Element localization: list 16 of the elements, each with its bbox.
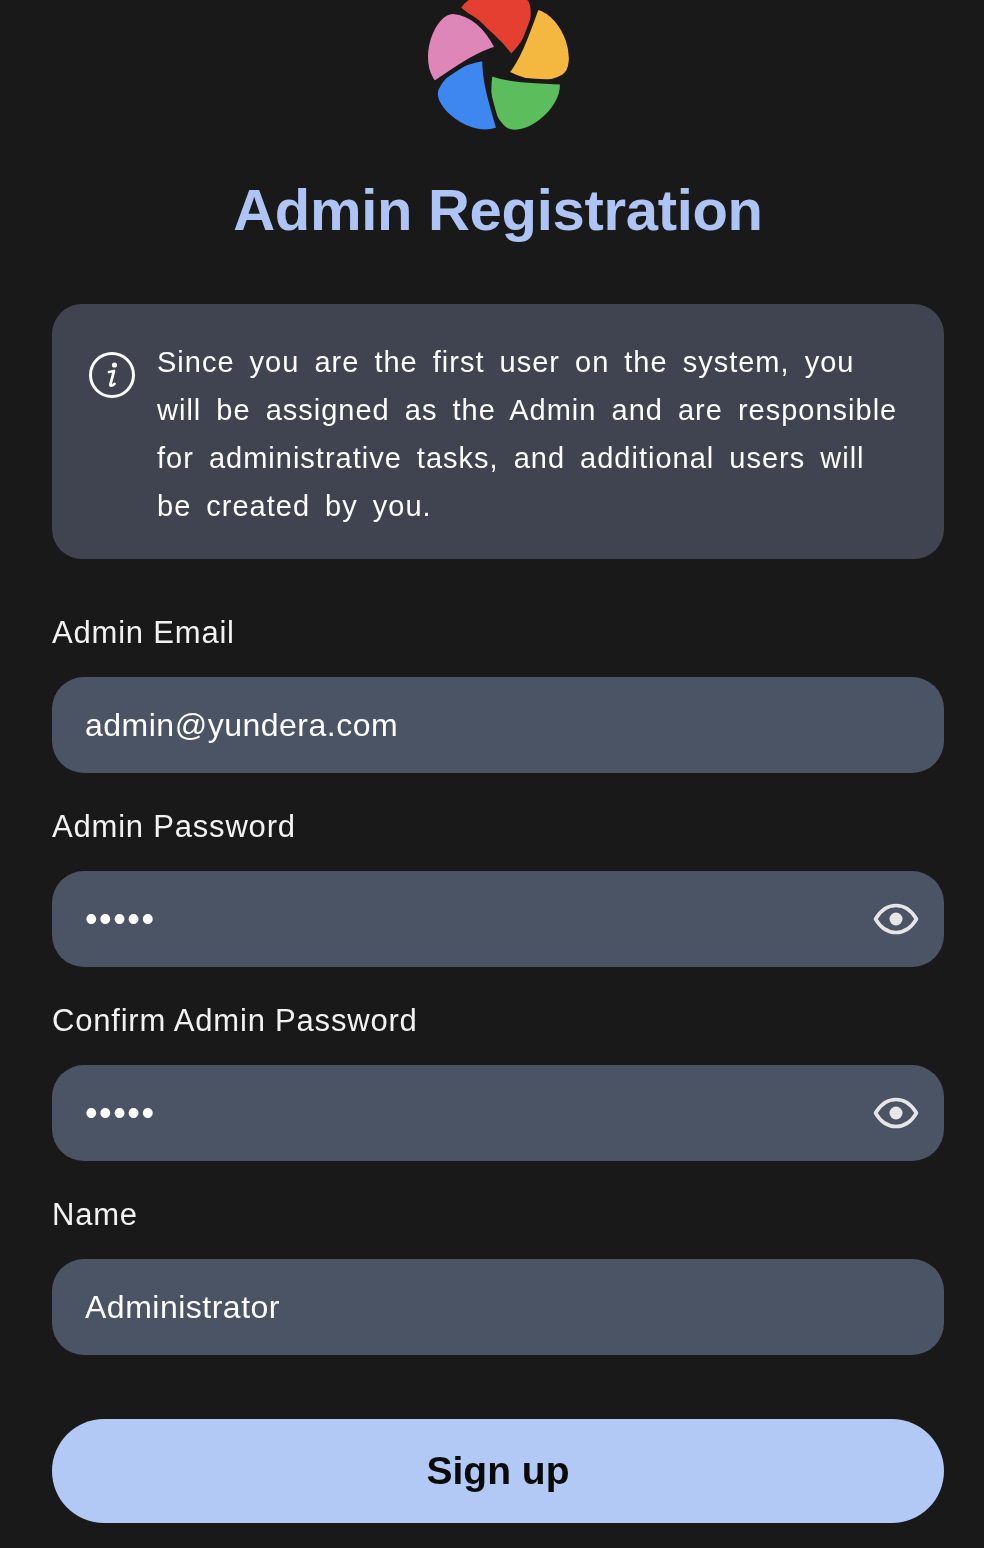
field-label: Admin Password	[52, 809, 297, 845]
password-field[interactable]: •••••	[52, 1065, 944, 1161]
page-title: Admin Registration	[233, 176, 763, 244]
password-field[interactable]: •••••	[52, 871, 944, 967]
eye-icon	[873, 1097, 919, 1129]
input-field[interactable]: Administrator	[52, 1259, 944, 1355]
show-password-button[interactable]	[873, 1097, 919, 1129]
field-label: Confirm Admin Password	[52, 1003, 419, 1039]
field-label: Admin Email	[52, 615, 236, 651]
input-field[interactable]: admin@yundera.com	[52, 677, 944, 773]
field-label: Name	[52, 1197, 139, 1233]
eye-icon	[873, 903, 919, 935]
show-password-button[interactable]	[873, 903, 919, 935]
info-message: Since you are the first user on the system, you will be assigned as the Admin and are responsible for administrative tasks, and additional users will be created by you.	[157, 345, 899, 524]
info-icon	[88, 351, 136, 399]
sign-up-button[interactable]: Sign up	[52, 1419, 944, 1523]
